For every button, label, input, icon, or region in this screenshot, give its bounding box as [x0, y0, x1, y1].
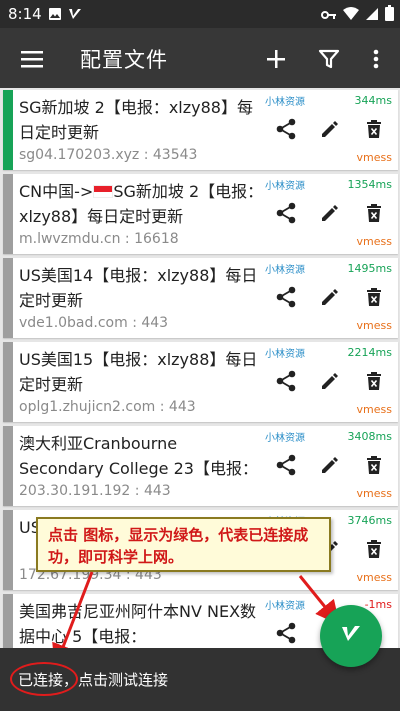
- unselected-indicator: [3, 342, 13, 422]
- profile-card[interactable]: US美国15【电报：xlzy88】每日定时更新 oplg1.zhujicn2.c…: [3, 342, 398, 422]
- share-icon[interactable]: [275, 370, 297, 392]
- ping-value: 344ms: [354, 94, 392, 107]
- unselected-indicator: [3, 258, 13, 338]
- subscription-label: 小林资源: [265, 265, 305, 276]
- profile-card[interactable]: SG新加坡 2【电报：xlzy88】每日定时更新 sg04.170203.xyz…: [3, 90, 398, 170]
- edit-icon[interactable]: [319, 370, 341, 392]
- page-title: 配置文件: [80, 48, 168, 72]
- unselected-indicator: [3, 174, 13, 254]
- delete-icon[interactable]: [363, 538, 385, 560]
- profile-name: US美国14【电报：xlzy88】每日定时更新: [19, 266, 258, 310]
- singapore-flag-icon: [93, 185, 114, 198]
- edit-icon[interactable]: [319, 202, 341, 224]
- profile-card[interactable]: CN中国-> SG新加坡 2【电报：xlzy88】每日定时更新 m.lwvzmdu…: [3, 174, 398, 254]
- protocol-type: vmess: [356, 403, 392, 416]
- protocol-type: vmess: [356, 235, 392, 248]
- delete-icon[interactable]: [363, 454, 385, 476]
- share-icon[interactable]: [275, 286, 297, 308]
- menu-icon[interactable]: [18, 44, 48, 74]
- ping-value: 1495ms: [347, 262, 392, 275]
- ping-value: 1354ms: [347, 178, 392, 191]
- filter-icon[interactable]: [314, 44, 344, 74]
- annotation-callout: 点击 图标，显示为绿色，代表已连接成功，即可科学上网。: [36, 517, 331, 572]
- ping-value: -1ms: [364, 598, 392, 611]
- profile-name: 澳大利亚Cranbourne Secondary College 23【电报：: [19, 434, 258, 478]
- profile-name: 美国弗吉尼亚州阿什本NV NEX数据中心 5【电报：: [19, 602, 257, 646]
- protocol-type: vmess: [356, 151, 392, 164]
- profile-name: SG新加坡 2【电报：xlzy88】每日定时更新: [19, 98, 253, 142]
- v-logo-icon: [339, 622, 363, 650]
- add-icon[interactable]: [261, 44, 291, 74]
- unselected-indicator: [3, 510, 13, 590]
- profile-name: US美国15【电报：xlzy88】每日定时更新: [19, 350, 258, 394]
- image-icon: [48, 6, 62, 25]
- profile-name: CN中国-> SG新加坡 2【电报：xlzy88】每日定时更新: [19, 179, 264, 229]
- profile-address: sg04.170203.xyz : 43543: [19, 147, 198, 163]
- subscription-label: 小林资源: [265, 181, 305, 192]
- delete-icon[interactable]: [363, 370, 385, 392]
- protocol-type: vmess: [356, 487, 392, 500]
- selected-indicator: [3, 90, 13, 170]
- connect-fab-button[interactable]: [320, 605, 382, 667]
- ping-value: 2214ms: [347, 346, 392, 359]
- clock: 8:14: [8, 5, 42, 23]
- share-icon[interactable]: [275, 454, 297, 476]
- ping-value: 3746ms: [347, 514, 392, 527]
- connection-status-message[interactable]: 已连接，点击测试连接: [18, 669, 168, 690]
- signal-icon: [365, 6, 379, 25]
- delete-icon[interactable]: [363, 286, 385, 308]
- share-icon[interactable]: [275, 622, 297, 644]
- profile-card[interactable]: US美国14【电报：xlzy88】每日定时更新 vde1.0bad.com : …: [3, 258, 398, 338]
- edit-icon[interactable]: [319, 454, 341, 476]
- profile-name-prefix: CN中国->: [19, 182, 94, 201]
- battery-icon: [385, 5, 394, 25]
- status-bar: 8:14: [0, 0, 400, 28]
- profile-card[interactable]: 澳大利亚Cranbourne Secondary College 23【电报： …: [3, 426, 398, 506]
- profile-address: oplg1.zhujicn2.com : 443: [19, 399, 196, 415]
- delete-icon[interactable]: [363, 202, 385, 224]
- delete-icon[interactable]: [363, 118, 385, 140]
- protocol-type: vmess: [356, 319, 392, 332]
- ping-value: 3408ms: [347, 430, 392, 443]
- edit-icon[interactable]: [319, 286, 341, 308]
- v-logo-icon: [68, 6, 82, 25]
- subscription-label: 小林资源: [265, 601, 305, 612]
- profile-address: m.lwvzmdu.cn : 16618: [19, 231, 179, 247]
- profile-address: 203.30.191.192 : 443: [19, 483, 171, 499]
- profile-address: vde1.0bad.com : 443: [19, 315, 169, 331]
- protocol-type: vmess: [356, 571, 392, 584]
- edit-icon[interactable]: [319, 118, 341, 140]
- share-icon[interactable]: [275, 202, 297, 224]
- key-icon: [321, 6, 337, 25]
- share-icon[interactable]: [275, 118, 297, 140]
- subscription-label: 小林资源: [265, 97, 305, 108]
- more-icon[interactable]: [361, 44, 391, 74]
- subscription-label: 小林资源: [265, 433, 305, 444]
- app-bar: 配置文件: [0, 28, 400, 88]
- subscription-label: 小林资源: [265, 349, 305, 360]
- unselected-indicator: [3, 594, 13, 648]
- unselected-indicator: [3, 426, 13, 506]
- wifi-icon: [343, 6, 359, 25]
